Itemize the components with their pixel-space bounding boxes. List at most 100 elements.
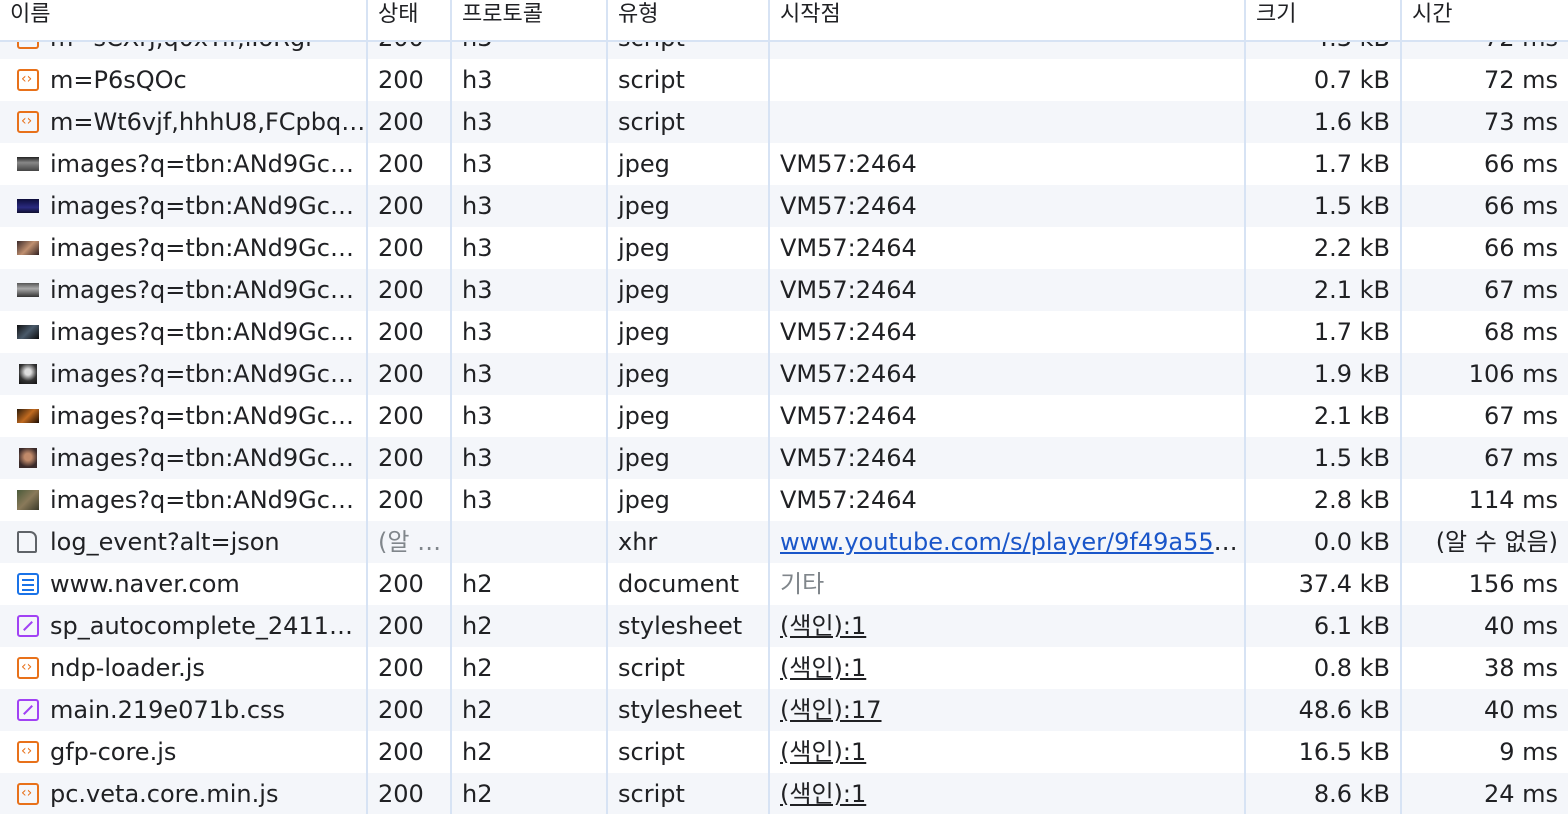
initiator-link[interactable]: www.youtube.com/s/player/9f49a55a/… (780, 528, 1244, 556)
request-time-cell: 106 ms (1468, 360, 1558, 388)
column-header-time[interactable]: 시간 (1402, 0, 1568, 40)
request-name-text: main.219e071b.css (50, 696, 286, 724)
request-protocol-cell: h2 (452, 563, 608, 605)
request-type-cell: jpeg (608, 395, 770, 437)
request-name-cell: images?q=tbn:ANd9GcT… (0, 353, 368, 395)
request-size-cell: 2.2 kB (1246, 227, 1402, 269)
request-name-text: images?q=tbn:ANd9GcTz… (50, 444, 368, 472)
script-icon (17, 647, 39, 687)
request-status-cell: 200 (368, 647, 452, 689)
request-name-cell: images?q=tbn:ANd9GcQ… (0, 479, 368, 521)
request-initiator-cell: VM57:2464 (770, 227, 1246, 269)
network-request-row[interactable]: gfp-core.js 200h2script (색인):1 16.5 kB 9 ms (0, 731, 1568, 773)
initiator-link[interactable]: (색인):1 (780, 780, 866, 808)
network-request-row[interactable]: ndp-loader.js 200h2script (색인):1 0.8 kB 38 m… (0, 647, 1568, 689)
network-request-row[interactable]: images?q=tbn:ANd9GcQi… 200 h3 jpeg VM57:2464… (0, 269, 1568, 311)
network-request-row[interactable]: images?q=tbn:ANd9GcT… 200 h3 jpeg VM57:2464 1… (0, 353, 1568, 395)
request-initiator-cell: 기타 (770, 563, 1246, 605)
initiator-text: VM57:2464 (780, 402, 917, 430)
request-name-cell: images?q=tbn:ANd9GcQ… (0, 311, 368, 353)
column-header-type[interactable]: 유형 (608, 0, 770, 40)
initiator-link[interactable]: (색인):1 (780, 654, 866, 682)
network-request-row[interactable]: www.naver.com 200 h2 document 기타 37.4 kB 156 m… (0, 563, 1568, 605)
script-icon (17, 101, 39, 141)
request-size-cell: 2.8 kB (1246, 479, 1402, 521)
network-request-row[interactable]: main.219e071b.css 200 h2 stylesheet (색인):17 4… (0, 689, 1568, 731)
script-icon (17, 59, 39, 99)
initiator-text: VM57:2464 (780, 276, 917, 304)
request-type-cell: jpeg (608, 269, 770, 311)
column-header-name[interactable]: 이름 (0, 0, 368, 40)
request-size-cell: 16.5 kB (1246, 731, 1402, 773)
request-status-cell: 200 (368, 731, 452, 773)
request-protocol-cell: h3 (452, 353, 608, 395)
request-time-cell: 24 ms (1483, 780, 1558, 808)
request-status-cell: 200 (368, 227, 452, 269)
initiator-text: VM57:2464 (780, 486, 917, 514)
column-header-initiator[interactable]: 시작점 (770, 0, 1246, 40)
initiator-link[interactable]: (색인):1 (780, 738, 866, 766)
request-name-cell: images?q=tbn:ANd9GcQ… (0, 185, 368, 227)
column-header-size[interactable]: 크기 (1246, 0, 1402, 40)
request-protocol-cell: h3 (452, 395, 608, 437)
request-protocol-cell: h3 (452, 269, 608, 311)
network-request-row[interactable]: images?q=tbn:ANd9GcQ… 200 h3 jpeg VM57:2464 1… (0, 311, 1568, 353)
request-size-cell: 0.0 kB (1246, 521, 1402, 563)
request-status-cell: 200 (368, 689, 452, 731)
script-icon (17, 773, 39, 813)
request-status-cell: 200 (368, 269, 452, 311)
request-status-cell: 200 (368, 353, 452, 395)
image-thumbnail-icon (19, 448, 37, 468)
request-time-cell: 66 ms (1483, 192, 1558, 220)
request-time-cell: 66 ms (1483, 150, 1558, 178)
request-size-cell: 48.6 kB (1246, 689, 1402, 731)
request-protocol-cell: h2 (452, 647, 608, 689)
request-name-cell: main.219e071b.css (0, 689, 368, 731)
network-request-row[interactable]: pc.veta.core.min.js 200h2script (색인):1 8.6 … (0, 773, 1568, 814)
request-name-cell: images?q=tbn:ANd9GcT… (0, 227, 368, 269)
request-status-cell: 200 (368, 59, 452, 101)
network-request-row[interactable]: sp_autocomplete_241121… 200 h2 stylesheet (색… (0, 605, 1568, 647)
initiator-text: VM57:2464 (780, 192, 917, 220)
network-request-row[interactable]: images?q=tbn:ANd9GcT… 200 h3 jpeg VM57:2464 1… (0, 143, 1568, 185)
column-header-protocol[interactable]: 프로토콜 (452, 0, 608, 40)
network-request-row[interactable]: m=P6sQOc 200h3script 0.7 kB 72 ms (0, 59, 1568, 101)
request-size-cell: 1.7 kB (1246, 143, 1402, 185)
network-request-row[interactable]: images?q=tbn:ANd9GcTz… 200 h3 jpeg VM57:2464… (0, 437, 1568, 479)
request-size-cell: 1.5 kB (1246, 185, 1402, 227)
request-protocol-cell: h3 (452, 143, 608, 185)
request-time-cell: 40 ms (1483, 612, 1558, 640)
network-request-row[interactable]: images?q=tbn:ANd9GcQ… 200 h3 jpeg VM57:2464 1… (0, 185, 1568, 227)
request-protocol-cell: h2 (452, 773, 608, 814)
request-time-cell: 72 ms (1483, 66, 1558, 94)
request-time-cell: 114 ms (1468, 486, 1558, 514)
request-status-cell: 200 (368, 185, 452, 227)
initiator-text: VM57:2464 (780, 234, 917, 262)
initiator-link[interactable]: (색인):17 (780, 696, 882, 724)
request-status-cell: (알 … (368, 521, 452, 563)
network-request-row[interactable]: m=Wt6vjf,hhhU8,FCpbqb…200h3script 1.6 kB 7… (0, 101, 1568, 143)
request-protocol-cell: h2 (452, 605, 608, 647)
request-name-text: images?q=tbn:ANd9GcS… (50, 402, 368, 430)
request-initiator-cell: (색인):1 (770, 773, 1246, 814)
request-initiator-cell: VM57:2464 (770, 269, 1246, 311)
network-request-row[interactable]: images?q=tbn:ANd9GcT… 200 h3 jpeg VM57:2464 2… (0, 227, 1568, 269)
request-initiator-cell: (색인):17 (770, 689, 1246, 731)
column-header-status[interactable]: 상태 (368, 0, 452, 40)
network-request-list: m=sCXrj,q0xTif,lIoRgi200h3script4.3 kB72… (0, 0, 1568, 814)
network-request-row[interactable]: images?q=tbn:ANd9GcQ… 200 h3 jpeg VM57:2464 2… (0, 479, 1568, 521)
network-request-row[interactable]: images?q=tbn:ANd9GcS… 200 h3 jpeg VM57:2464 2… (0, 395, 1568, 437)
request-name-text: images?q=tbn:ANd9GcT… (50, 234, 368, 262)
request-type-cell: script (608, 101, 770, 143)
request-type-cell: script (608, 647, 770, 689)
request-name-cell: gfp-core.js (0, 731, 368, 773)
request-status-cell: 200 (368, 395, 452, 437)
request-size-cell: 1.9 kB (1246, 353, 1402, 395)
request-type-cell: jpeg (608, 227, 770, 269)
request-initiator-cell: (색인):1 (770, 605, 1246, 647)
stylesheet-icon (17, 615, 39, 637)
initiator-link[interactable]: (색인):1 (780, 612, 866, 640)
network-request-row[interactable]: log_event?alt=json (알 … xhr www.youtube.com… (0, 521, 1568, 563)
request-name-text: images?q=tbn:ANd9GcT… (50, 360, 368, 388)
stylesheet-icon (17, 699, 39, 721)
